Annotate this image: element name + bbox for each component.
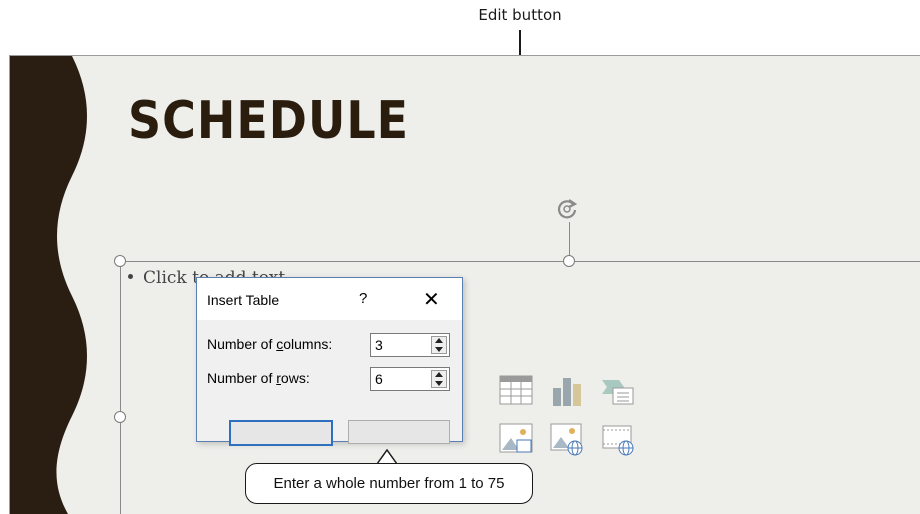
rows-spin-arrows[interactable]	[431, 370, 447, 388]
spin-up-icon[interactable]	[435, 372, 443, 377]
rotate-stem	[569, 222, 570, 256]
help-button[interactable]: ?	[359, 290, 367, 307]
table-icon[interactable]	[499, 374, 533, 408]
resize-handle-top-middle[interactable]	[563, 255, 575, 267]
slide-canvas[interactable]: SCHEDULE Click to add text	[9, 55, 920, 514]
rows-spinner[interactable]: 6	[370, 367, 450, 391]
resize-handle-top-left[interactable]	[114, 255, 126, 267]
placeholder-border-top	[120, 261, 920, 262]
decorative-wave	[10, 56, 87, 514]
columns-spinner[interactable]: 3	[370, 333, 450, 357]
columns-label-post: olumns:	[283, 336, 333, 352]
close-icon[interactable]: ✕	[423, 287, 440, 312]
rows-label-pre: Number of	[207, 370, 277, 386]
chart-icon[interactable]	[550, 374, 584, 408]
columns-input[interactable]: 3	[375, 337, 383, 353]
ok-button[interactable]	[229, 420, 333, 446]
video-icon[interactable]	[601, 422, 635, 456]
dialog-body: Number of columns: 3 Number of rows: 6	[197, 320, 462, 446]
online-picture-icon[interactable]	[550, 422, 584, 456]
input-tooltip: Enter a whole number from 1 to 75	[245, 463, 533, 504]
rows-label: Number of rows:	[207, 370, 310, 386]
spin-down-icon[interactable]	[435, 347, 443, 352]
columns-label-pre: Number of	[207, 336, 277, 352]
bullet-dot	[128, 274, 133, 279]
picture-icon[interactable]	[499, 422, 533, 456]
columns-label: Number of columns:	[207, 336, 332, 352]
columns-spin-arrows[interactable]	[431, 336, 447, 354]
resize-handle-left-middle[interactable]	[114, 411, 126, 423]
spin-up-icon[interactable]	[435, 338, 443, 343]
slide-title[interactable]: SCHEDULE	[128, 90, 409, 150]
smartart-icon[interactable]	[601, 374, 635, 408]
dialog-title: Insert Table	[207, 292, 280, 308]
placeholder-border-left	[120, 261, 121, 514]
callout-label: Edit button	[478, 6, 562, 24]
cancel-button[interactable]	[348, 420, 450, 444]
rows-input[interactable]: 6	[375, 371, 383, 387]
insert-table-dialog[interactable]: Insert Table ? ✕ Number of columns: 3 Nu…	[196, 277, 463, 446]
rows-label-post: ows:	[280, 370, 310, 386]
spin-down-icon[interactable]	[435, 381, 443, 386]
rotate-handle-icon[interactable]	[554, 196, 580, 222]
